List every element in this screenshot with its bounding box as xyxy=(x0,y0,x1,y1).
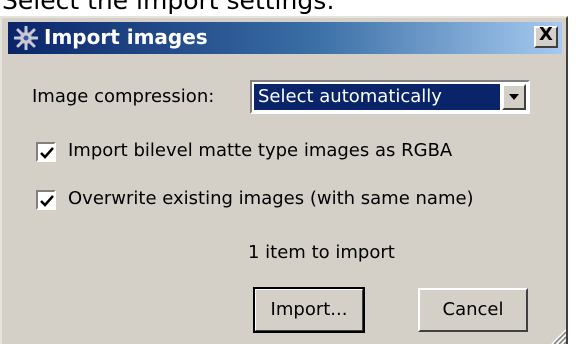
compression-select[interactable]: Select automatically xyxy=(250,80,530,114)
close-icon: X xyxy=(539,24,553,45)
gear-icon xyxy=(14,26,38,50)
overwrite-checkbox[interactable] xyxy=(36,190,56,210)
resize-grip-icon[interactable] xyxy=(546,324,566,344)
overwrite-label: Overwrite existing images (with same nam… xyxy=(68,188,474,209)
import-images-dialog: Import images X Image compression: Selec… xyxy=(0,16,568,344)
chevron-down-icon xyxy=(509,94,519,100)
dropdown-button[interactable] xyxy=(502,84,526,110)
check-icon xyxy=(40,147,54,159)
compression-selected-value: Select automatically xyxy=(254,84,500,110)
close-button[interactable]: X xyxy=(534,24,558,48)
check-icon xyxy=(40,195,54,207)
import-count-status: 1 item to import xyxy=(248,242,395,263)
dialog-title: Import images xyxy=(44,25,208,49)
bilevel-rgba-label: Import bilevel matte type images as RGBA xyxy=(68,140,453,161)
title-bar[interactable]: Import images X xyxy=(8,22,562,54)
bilevel-rgba-checkbox[interactable] xyxy=(36,142,56,162)
cancel-button[interactable]: Cancel xyxy=(418,288,528,332)
instruction-caption: Select the import settings: xyxy=(2,0,335,15)
compression-label: Image compression: xyxy=(32,86,215,107)
import-button[interactable]: Import... xyxy=(253,287,365,333)
